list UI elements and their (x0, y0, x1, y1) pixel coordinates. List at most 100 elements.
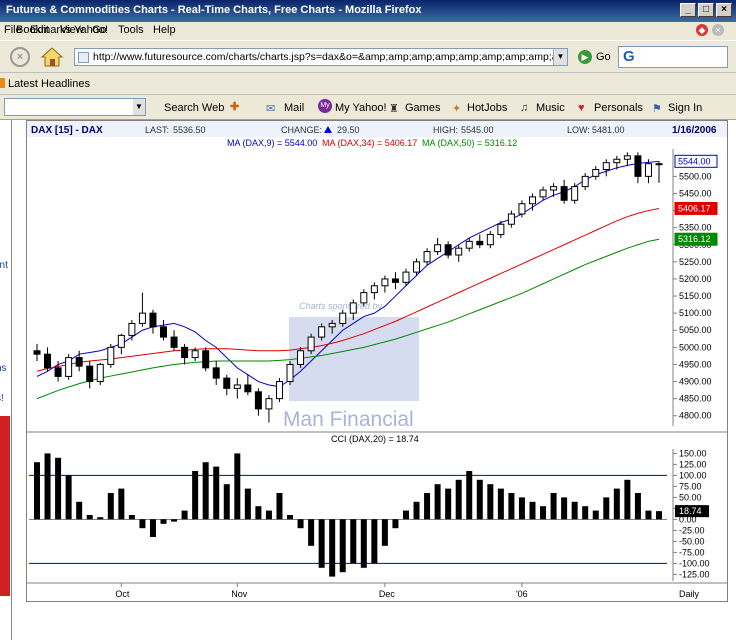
music-button[interactable]: Music (536, 102, 565, 114)
candle-body (233, 384, 241, 389)
bookmark-latest-headlines[interactable]: Latest Headlines (8, 78, 90, 90)
time-tick-label: Oct (115, 589, 130, 599)
time-tick-label: Dec (379, 589, 396, 599)
cci-bar (540, 506, 547, 520)
cci-bar (44, 453, 51, 520)
maximize-button[interactable]: □ (698, 3, 714, 17)
my-yahoo-button[interactable]: My Yahoo! (335, 102, 387, 114)
cci-bar (128, 515, 135, 520)
candle-body (518, 203, 526, 215)
change-value: 29.50 (337, 125, 360, 135)
yahoo-search-input[interactable] (4, 98, 146, 116)
menu-yahoo[interactable]: Yahoo! (74, 24, 108, 36)
high-value: 5545.00 (461, 125, 494, 135)
home-icon[interactable] (40, 46, 64, 68)
candle-body (96, 363, 104, 383)
candle-body (33, 350, 41, 355)
time-tick-label: Nov (231, 589, 248, 599)
stop-icon[interactable]: × (10, 47, 30, 67)
candle-body (581, 175, 589, 188)
cci-bar (213, 466, 220, 520)
cci-tick-label: 50.00 (679, 492, 702, 502)
url-bar[interactable]: http://www.futuresource.com/charts/chart… (74, 48, 568, 66)
cci-tick-label: 100.00 (679, 470, 707, 480)
personals-icon: ♥ (578, 102, 585, 114)
stop-icon[interactable]: × (712, 24, 724, 36)
cci-bar (329, 519, 336, 577)
cci-bar (402, 510, 409, 520)
cci-bar (234, 453, 241, 520)
cci-bar (466, 471, 473, 520)
cci-bar (265, 510, 272, 520)
candle-body (212, 367, 220, 379)
cci-bar (276, 493, 283, 520)
menu-bookmarks[interactable]: Bookmarks (16, 24, 71, 36)
cci-bar (592, 510, 599, 520)
left-fragment-3[interactable]: s! (0, 393, 4, 404)
mail-icon: ✉ (266, 103, 276, 115)
cci-title: CCI (DAX,20) = 18.74 (331, 434, 419, 444)
search-web-button[interactable]: Search Web (164, 102, 224, 114)
rss-icon (0, 78, 5, 88)
personals-button[interactable]: Personals (594, 102, 643, 114)
candle-body (592, 169, 600, 177)
candle-body (275, 381, 283, 400)
watermark-sponsored-text: Charts sponsored by (299, 301, 383, 311)
hotjobs-button[interactable]: HotJobs (467, 102, 507, 114)
cci-bar (255, 506, 262, 520)
candle-body (423, 251, 431, 263)
cci-bar (381, 519, 388, 546)
price-tick-label: 5150.00 (679, 291, 712, 301)
candle-body (413, 261, 421, 273)
candle-body (434, 244, 442, 253)
menu-help[interactable]: Help (153, 24, 176, 36)
close-button[interactable]: × (716, 3, 732, 17)
candle-body (360, 292, 368, 304)
candle-body (117, 334, 125, 348)
left-fragment-2[interactable]: ns (0, 363, 7, 374)
cci-tick-label: 150.00 (679, 448, 707, 458)
candle-body (634, 155, 642, 177)
minimize-button[interactable]: _ (680, 3, 696, 17)
mail-button[interactable]: Mail (284, 102, 304, 114)
cci-tick-label: 125.00 (679, 459, 707, 469)
cci-bar (65, 475, 72, 520)
cci-bar (508, 493, 515, 520)
cci-bar (223, 484, 230, 520)
candle-body (265, 398, 273, 410)
candle-body (381, 278, 389, 287)
go-button[interactable]: Go (596, 51, 611, 63)
price-tick-label: 5000.00 (679, 342, 712, 352)
cci-bar (86, 515, 93, 520)
price-tick-label: 5200.00 (679, 274, 712, 284)
price-tick-label: 5350.00 (679, 223, 712, 233)
price-value-tag: 5406.17 (674, 201, 718, 215)
search-field[interactable]: G (618, 46, 728, 68)
candle-body (444, 244, 452, 256)
url-dropdown-icon[interactable]: ▼ (553, 49, 567, 65)
games-button[interactable]: Games (405, 102, 440, 114)
candle-body (644, 163, 652, 177)
candle-body (86, 365, 94, 383)
candle-body (307, 336, 315, 352)
left-fragment-1[interactable]: ent (0, 260, 8, 271)
cci-bar (192, 471, 199, 520)
left-red-banner[interactable] (0, 416, 10, 596)
highlighter-icon[interactable]: ✚ (230, 100, 239, 113)
candle-body (65, 357, 73, 377)
candle-body (402, 271, 410, 283)
cci-bar (476, 479, 483, 520)
sign-in-button[interactable]: Sign In (668, 102, 702, 114)
price-value-tag: 5544.00 (674, 154, 718, 168)
candle-body (223, 377, 231, 389)
cci-axis: 150.00125.00100.0075.0050.0025.000.00-25… (672, 448, 710, 581)
alert-icon[interactable]: ◆ (696, 24, 708, 36)
candle-body (254, 391, 262, 410)
watermark-logo-box (289, 317, 419, 401)
window-title: Futures & Commodities Charts - Real-Time… (6, 4, 422, 16)
window-titlebar: Futures & Commodities Charts - Real-Time… (0, 0, 736, 22)
menu-tools[interactable]: Tools (118, 24, 144, 36)
cci-bar (287, 515, 294, 520)
yahoo-search-dropdown-icon[interactable]: ▼ (133, 99, 145, 115)
go-arrow-icon[interactable]: ▶ (578, 50, 592, 64)
